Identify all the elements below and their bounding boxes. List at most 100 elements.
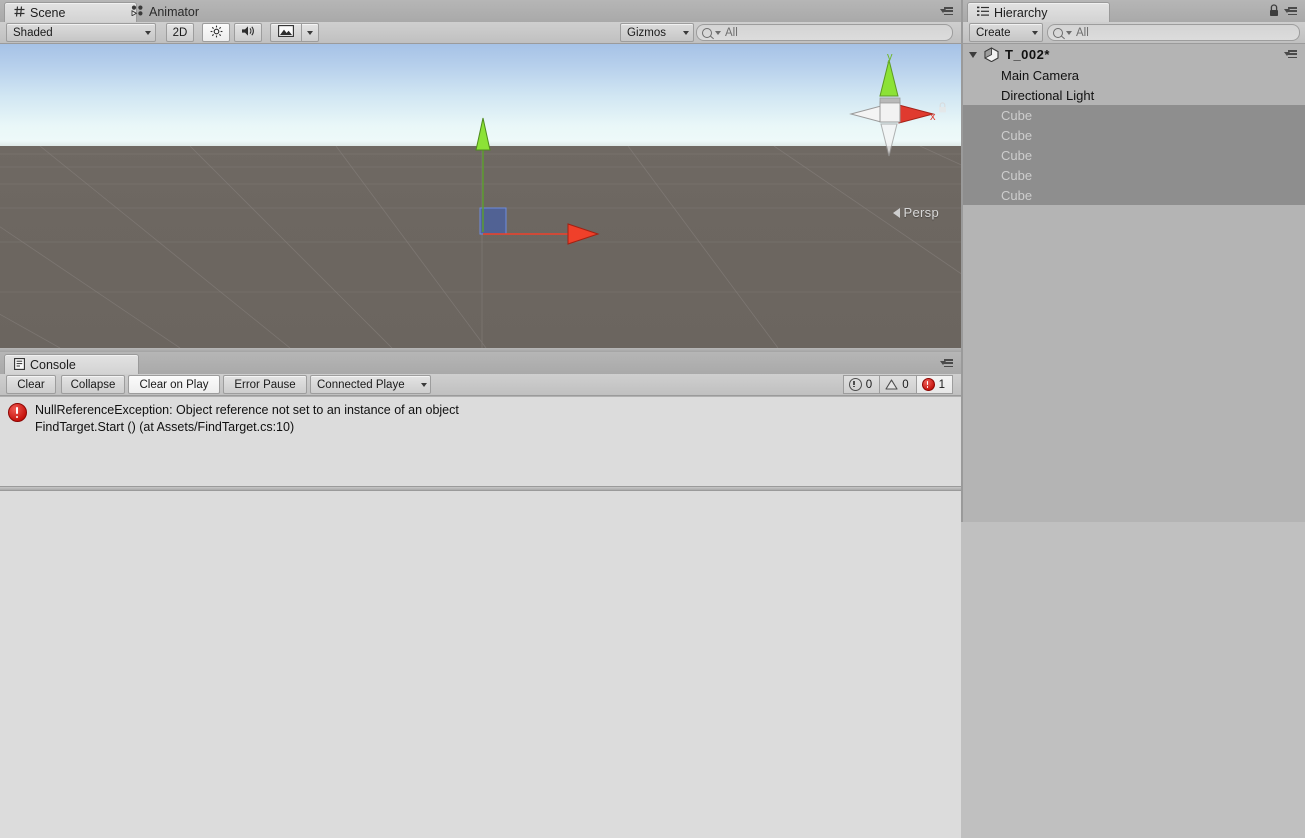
scene-audio-toggle[interactable] bbox=[234, 23, 262, 42]
hierarchy-toolbar: Create All bbox=[963, 22, 1305, 44]
clear-on-play-toggle[interactable]: Clear on Play bbox=[128, 375, 220, 394]
create-button[interactable]: Create bbox=[969, 23, 1043, 42]
info-counter[interactable]: 0 bbox=[842, 375, 881, 394]
chevron-down-icon bbox=[307, 30, 313, 35]
tab-console[interactable]: Console bbox=[4, 354, 139, 375]
chevron-down-icon bbox=[1066, 30, 1072, 35]
hierarchy-item-label: Cube bbox=[1001, 127, 1033, 143]
animator-icon bbox=[131, 5, 144, 19]
transform-gizmo[interactable] bbox=[440, 104, 630, 264]
chevron-down-icon bbox=[421, 382, 427, 387]
2d-toggle-button[interactable]: 2D bbox=[166, 23, 194, 42]
draw-mode-dropdown[interactable]: Shaded bbox=[6, 23, 156, 42]
clear-on-play-label: Clear on Play bbox=[139, 378, 209, 391]
scene-effects-toggle[interactable] bbox=[270, 23, 301, 42]
scene-panel: Scene Animator Shaded 2D Gizmos All y x … bbox=[0, 0, 961, 348]
hierarchy-item-cube-4[interactable]: Cube bbox=[963, 165, 1305, 185]
console-icon bbox=[14, 357, 25, 373]
chevron-down-icon bbox=[1032, 30, 1038, 35]
scene-search-value: All bbox=[725, 26, 738, 39]
hierarchy-tree[interactable]: T_002* Main Camera Directional Light Cub… bbox=[963, 44, 1305, 522]
2d-toggle-label: 2D bbox=[172, 26, 188, 39]
grid-hash-icon bbox=[14, 6, 25, 20]
tab-scene-label: Scene bbox=[30, 6, 66, 20]
hierarchy-empty-area[interactable] bbox=[963, 205, 1305, 522]
gizmos-label: Gizmos bbox=[627, 26, 666, 39]
draw-mode-label: Shaded bbox=[13, 26, 53, 39]
hierarchy-panel-menu-icon[interactable] bbox=[1284, 6, 1297, 17]
tab-scene[interactable]: Scene bbox=[4, 2, 137, 23]
camera-projection-value: Persp bbox=[903, 205, 939, 220]
hierarchy-item-directional-light[interactable]: Directional Light bbox=[963, 85, 1305, 105]
create-label: Create bbox=[976, 26, 1011, 39]
console-log-entry[interactable]: NullReferenceException: Object reference… bbox=[0, 397, 961, 440]
scene-gizmo-lock-icon[interactable] bbox=[938, 102, 947, 113]
hierarchy-item-label: Cube bbox=[1001, 167, 1033, 183]
scene-panel-menu-icon[interactable] bbox=[940, 6, 953, 17]
scene-toolbar: Shaded 2D Gizmos All bbox=[0, 22, 961, 44]
error-pause-label: Error Pause bbox=[234, 378, 296, 391]
gizmos-dropdown[interactable]: Gizmos bbox=[620, 23, 694, 42]
console-panel-menu-icon[interactable] bbox=[940, 358, 953, 369]
scene-viewport[interactable]: y x Persp bbox=[0, 44, 961, 348]
hierarchy-item-label: Main Camera bbox=[1001, 67, 1080, 83]
hierarchy-tabstrip: Hierarchy bbox=[963, 0, 1305, 23]
error-pause-toggle[interactable]: Error Pause bbox=[223, 375, 307, 394]
hierarchy-item-cube-1[interactable]: Cube bbox=[963, 105, 1305, 125]
console-counters: 0 0 1 bbox=[842, 375, 953, 394]
console-panel: Console Clear Collapse Clear on Play Err… bbox=[0, 352, 961, 838]
hierarchy-item-label: Cube bbox=[1001, 147, 1033, 163]
scene-effects-dropdown[interactable] bbox=[301, 23, 319, 42]
console-log-message: NullReferenceException: Object reference… bbox=[35, 403, 459, 417]
tab-animator[interactable]: Animator bbox=[122, 2, 211, 22]
tab-hierarchy-label: Hierarchy bbox=[994, 6, 1048, 20]
console-tabstrip: Console bbox=[0, 352, 961, 375]
hierarchy-search-value: All bbox=[1076, 26, 1089, 39]
collapse-label: Collapse bbox=[70, 378, 116, 391]
error-count: 1 bbox=[938, 378, 945, 391]
hierarchy-item-label: Cube bbox=[1001, 187, 1033, 203]
hierarchy-item-cube-2[interactable]: Cube bbox=[963, 125, 1305, 145]
scene-tabstrip: Scene Animator bbox=[0, 0, 961, 23]
info-icon bbox=[848, 378, 862, 391]
hierarchy-search-input[interactable]: All bbox=[1047, 24, 1300, 41]
sun-icon bbox=[210, 25, 223, 41]
scene-row-menu-icon[interactable] bbox=[1284, 49, 1297, 60]
speaker-icon bbox=[241, 25, 256, 40]
left-arrow-icon bbox=[892, 207, 900, 218]
error-counter[interactable]: 1 bbox=[916, 375, 953, 394]
image-icon bbox=[278, 25, 294, 40]
hierarchy-item-main-camera[interactable]: Main Camera bbox=[963, 65, 1305, 85]
hierarchy-item-cube-5[interactable]: Cube bbox=[963, 185, 1305, 205]
tab-animator-label: Animator bbox=[149, 5, 200, 19]
search-icon bbox=[1053, 27, 1063, 38]
search-icon bbox=[702, 27, 712, 38]
hierarchy-lock-icon[interactable] bbox=[1269, 4, 1279, 20]
clear-label: Clear bbox=[17, 378, 45, 391]
warning-counter[interactable]: 0 bbox=[880, 375, 917, 394]
connected-player-dropdown[interactable]: Connected Playe bbox=[310, 375, 431, 394]
warning-count: 0 bbox=[902, 378, 909, 391]
tab-hierarchy[interactable]: Hierarchy bbox=[967, 2, 1110, 23]
info-count: 0 bbox=[865, 378, 873, 391]
disclosure-triangle-icon[interactable] bbox=[969, 51, 977, 58]
scene-lighting-toggle[interactable] bbox=[202, 23, 230, 42]
console-log-stacktrace: FindTarget.Start () (at Assets/FindTarge… bbox=[35, 420, 295, 434]
warning-icon bbox=[885, 379, 898, 390]
camera-projection-label[interactable]: Persp bbox=[892, 205, 939, 220]
collapse-toggle[interactable]: Collapse bbox=[61, 375, 125, 394]
tab-console-label: Console bbox=[30, 358, 76, 372]
svg-text:x: x bbox=[930, 111, 936, 123]
hierarchy-item-cube-3[interactable]: Cube bbox=[963, 145, 1305, 165]
scene-view-gizmo[interactable]: y x bbox=[847, 52, 943, 182]
console-detail-splitter[interactable] bbox=[0, 486, 961, 491]
hierarchy-panel: Hierarchy Create All T_002* Main Camera … bbox=[963, 0, 1305, 522]
console-toolbar: Clear Collapse Clear on Play Error Pause… bbox=[0, 374, 961, 396]
hierarchy-scene-root[interactable]: T_002* bbox=[963, 44, 1305, 65]
scene-search-input[interactable]: All bbox=[696, 24, 953, 41]
hierarchy-icon bbox=[977, 6, 989, 20]
console-log-list[interactable]: NullReferenceException: Object reference… bbox=[0, 396, 961, 838]
clear-button[interactable]: Clear bbox=[6, 375, 56, 394]
hierarchy-item-label: Directional Light bbox=[1001, 87, 1095, 103]
error-icon bbox=[921, 378, 935, 391]
